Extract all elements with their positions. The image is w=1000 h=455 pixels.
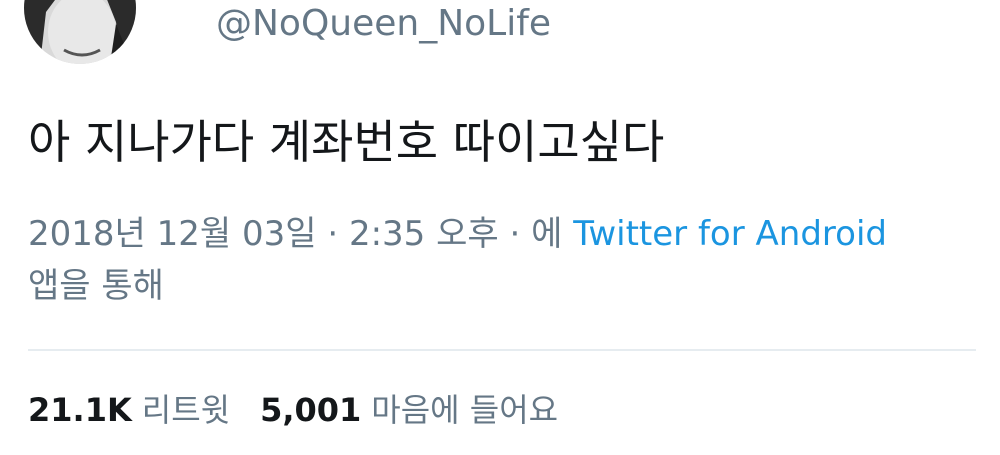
- meta-separator: ·: [498, 214, 532, 254]
- retweets-label: 리트윗: [141, 391, 231, 429]
- likes-stat[interactable]: 5,001 마음에 들어요: [260, 391, 558, 429]
- likes-label: 마음에 들어요: [371, 391, 559, 429]
- via-prefix: 에: [531, 214, 563, 254]
- profile-avatar-icon: [24, 0, 136, 64]
- tweet-stats: 21.1K 리트윗 5,001 마음에 들어요: [28, 388, 558, 432]
- tweet-time[interactable]: 2:35 오후: [349, 214, 499, 254]
- retweets-count: 21.1K: [28, 391, 132, 429]
- avatar[interactable]: [24, 0, 136, 64]
- retweets-stat[interactable]: 21.1K 리트윗: [28, 391, 230, 429]
- user-handle[interactable]: @NoQueen_NoLife: [216, 4, 551, 44]
- tweet-text: 아 지나가다 계좌번호 따이고싶다: [28, 115, 665, 169]
- tweet-date[interactable]: 2018년 12월 03일: [28, 214, 317, 254]
- meta-separator: ·: [316, 214, 349, 254]
- divider: [28, 349, 976, 351]
- source-link[interactable]: Twitter for Android: [573, 214, 887, 254]
- tweet-meta: 2018년 12월 03일 · 2:35 오후 · 에 Twitter for …: [28, 208, 928, 312]
- likes-count: 5,001: [260, 391, 362, 429]
- via-suffix: 앱을 통해: [28, 266, 164, 306]
